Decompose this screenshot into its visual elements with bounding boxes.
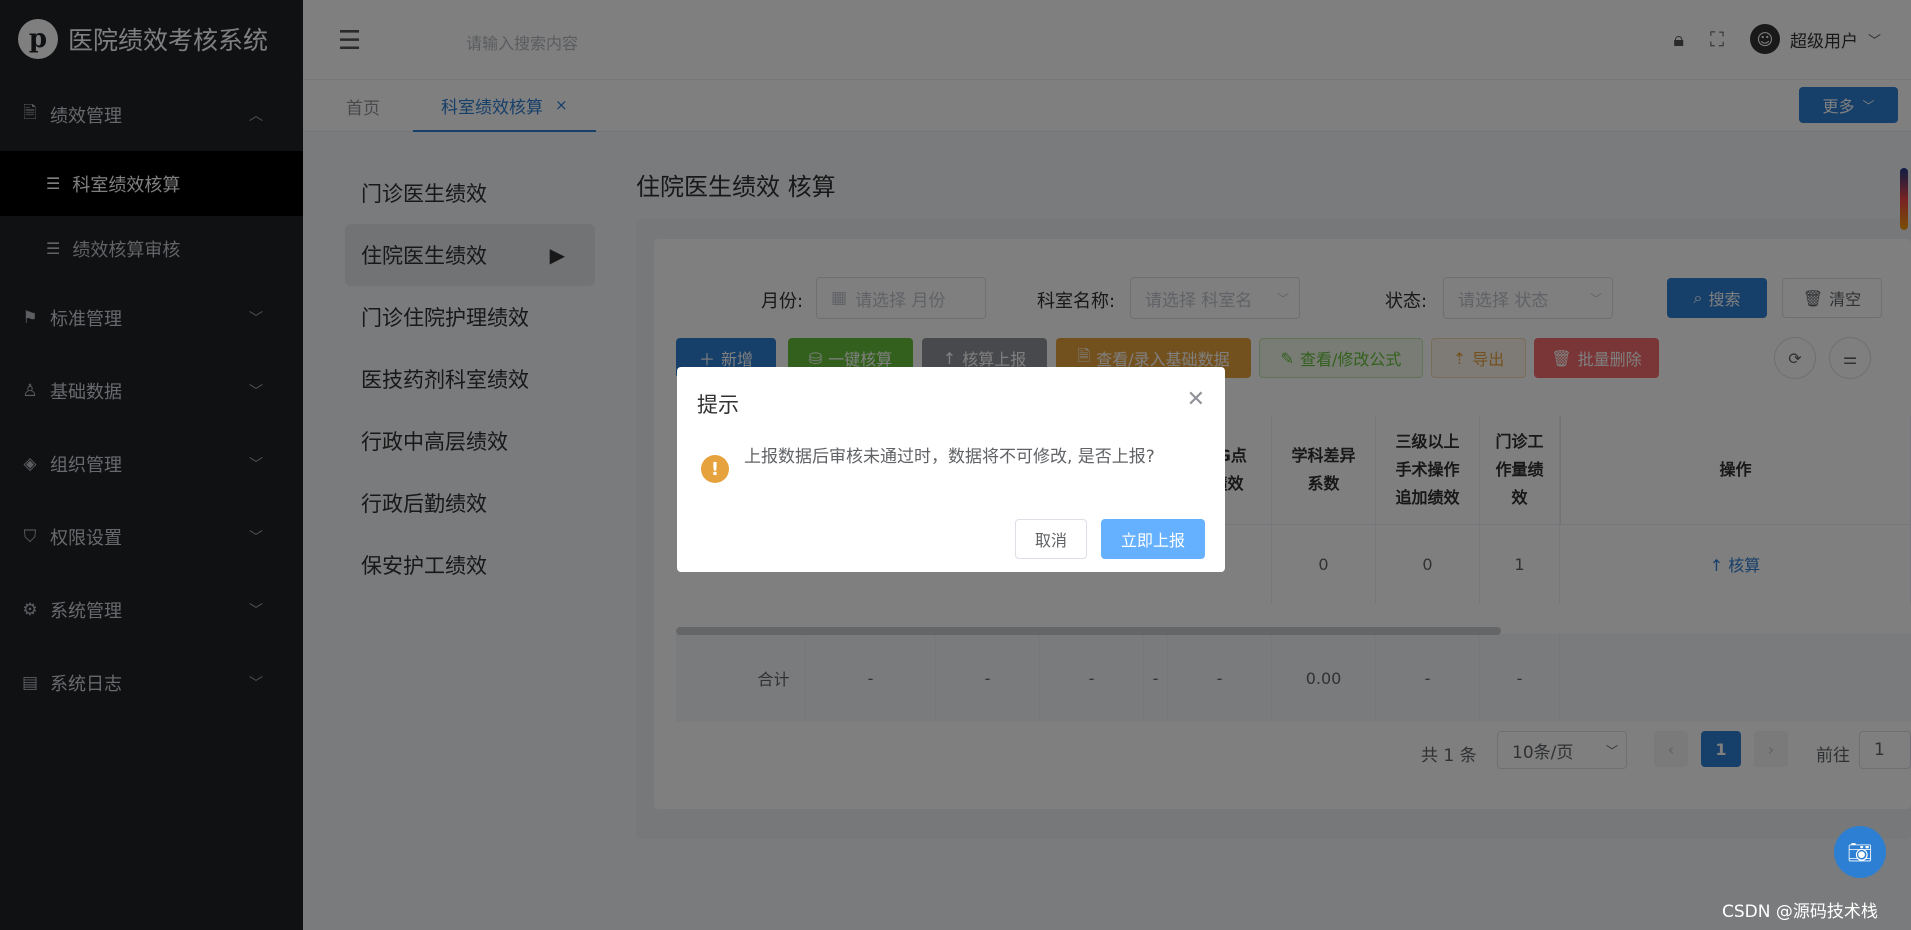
confirm-dialog: 提示 ✕ ! 上报数据后审核未通过时，数据将不可修改, 是否上报? 取消 立即上…	[677, 367, 1225, 572]
cancel-button[interactable]: 取消	[1015, 519, 1087, 559]
confirm-report-button[interactable]: 立即上报	[1101, 519, 1205, 559]
camera-icon[interactable]: 📷︎	[1834, 826, 1886, 878]
warning-icon: !	[701, 455, 729, 483]
watermark: CSDN @源码技术栈	[1722, 902, 1878, 922]
app: p 医院绩效考核系统 🗎 绩效管理 ︿ ☰ 科室绩效核算 ☰ 绩效核算审核 ⚑ …	[0, 0, 1911, 930]
dialog-title: 提示	[697, 393, 739, 417]
close-icon[interactable]: ✕	[1187, 387, 1205, 412]
dialog-message: 上报数据后审核未通过时，数据将不可修改, 是否上报?	[744, 447, 1155, 467]
